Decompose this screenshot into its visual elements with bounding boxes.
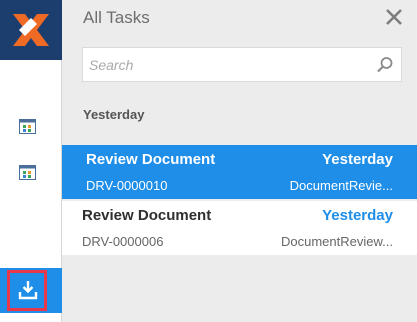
- group-label: Yesterday: [83, 107, 145, 122]
- task-panel: All Tasks Yesterday Review Document Yest…: [62, 0, 417, 322]
- task-id: DRV-0000010: [86, 178, 168, 193]
- calendar-app-icon[interactable]: [19, 165, 36, 180]
- task-item[interactable]: Review Document Yesterday DRV-0000010 Do…: [62, 145, 417, 199]
- download-icon[interactable]: [17, 279, 39, 301]
- task-type: DocumentReview...: [281, 234, 393, 249]
- task-item[interactable]: Review Document Yesterday DRV-0000006 Do…: [62, 201, 417, 255]
- calendar-app-icon[interactable]: [19, 119, 36, 134]
- task-title: Review Document: [86, 151, 216, 168]
- panel-title: All Tasks: [83, 8, 150, 27]
- search-input[interactable]: [89, 48, 369, 81]
- task-id: DRV-0000006: [82, 234, 164, 249]
- search-icon[interactable]: [376, 56, 394, 74]
- close-icon[interactable]: [384, 7, 404, 27]
- task-type: DocumentRevie...: [289, 178, 393, 193]
- task-title: Review Document: [82, 207, 212, 224]
- search-box: [82, 47, 402, 82]
- app-window: All Tasks Yesterday Review Document Yest…: [0, 0, 417, 322]
- task-date: Yesterday: [322, 207, 393, 224]
- left-rail: [0, 0, 62, 322]
- x-logo-icon[interactable]: [0, 0, 62, 60]
- task-date: Yesterday: [322, 151, 393, 168]
